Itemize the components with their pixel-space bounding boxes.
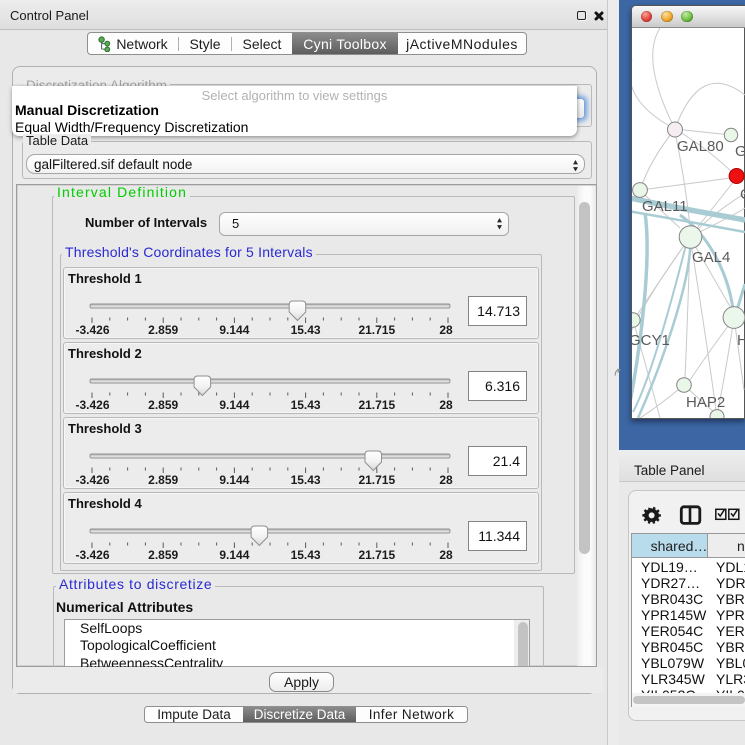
svg-text:28: 28 — [439, 398, 453, 412]
svg-text:28: 28 — [439, 323, 453, 337]
svg-text:15.43: 15.43 — [291, 548, 321, 562]
svg-text:GAL80: GAL80 — [677, 138, 724, 155]
svg-text:9.144: 9.144 — [219, 323, 249, 337]
svg-text:-3.426: -3.426 — [75, 548, 109, 562]
svg-text:28: 28 — [439, 548, 453, 562]
svg-text:GAL11: GAL11 — [642, 198, 688, 215]
svg-text:-3.426: -3.426 — [75, 398, 109, 412]
svg-text:15.43: 15.43 — [291, 473, 321, 487]
svg-text:28: 28 — [439, 473, 453, 487]
svg-text:2.859: 2.859 — [148, 473, 178, 487]
svg-text:2.859: 2.859 — [148, 323, 178, 337]
svg-text:9.144: 9.144 — [219, 548, 249, 562]
svg-text:15.43: 15.43 — [291, 323, 321, 337]
svg-text:2.859: 2.859 — [148, 548, 178, 562]
svg-text:HAP2: HAP2 — [686, 394, 725, 411]
svg-text:H: H — [737, 332, 745, 349]
svg-text:9.144: 9.144 — [219, 473, 249, 487]
svg-text:C: C — [740, 186, 745, 203]
svg-text:G: G — [735, 143, 745, 160]
svg-text:15.43: 15.43 — [291, 398, 321, 412]
svg-text:21.715: 21.715 — [358, 473, 395, 487]
svg-text:9.144: 9.144 — [219, 398, 249, 412]
svg-text:21.715: 21.715 — [358, 548, 395, 562]
svg-text:2.859: 2.859 — [148, 398, 178, 412]
svg-text:GCY1: GCY1 — [632, 332, 670, 349]
svg-text:-3.426: -3.426 — [75, 323, 109, 337]
svg-text:21.715: 21.715 — [358, 398, 395, 412]
svg-text:-3.426: -3.426 — [75, 473, 109, 487]
svg-text:21.715: 21.715 — [358, 323, 395, 337]
svg-text:GAL4: GAL4 — [692, 249, 730, 266]
